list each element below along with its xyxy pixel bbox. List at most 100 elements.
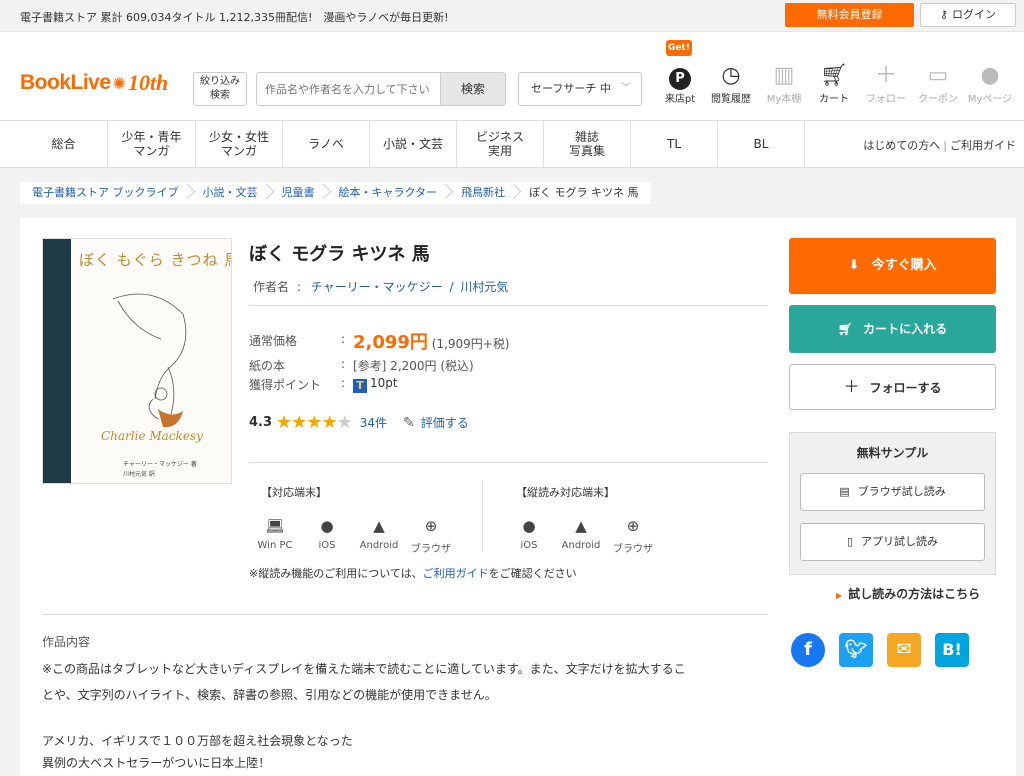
book-title: ぼく モグラ キツネ 馬 — [249, 244, 430, 265]
description-line: アメリカ、イギリスで１００万部を超え社会現象となった — [42, 734, 353, 748]
follow-button[interactable]: ＋ フォローする — [789, 364, 996, 410]
sun-icon: ✺ — [112, 73, 126, 93]
author-link[interactable]: チャーリー・マッケジー — [311, 280, 443, 294]
sample-howto-link[interactable]: ▶ 試し読みの方法はこちら — [836, 585, 980, 602]
booklive-logo[interactable]: BookLive ✺ 10th — [20, 70, 168, 96]
price-label: 通常価格 — [249, 334, 298, 348]
globe-icon: ⊕ — [626, 517, 640, 535]
bookshelf-icon: ▥ — [773, 63, 795, 88]
phone-icon: ▯ — [846, 535, 854, 548]
visit-points-link[interactable]: P 来店pt — [655, 62, 705, 105]
cart-label: カート — [819, 94, 849, 105]
paper-price-row: 紙の本 : [参考] 2,200円 (税込) — [249, 357, 549, 373]
browser-sample-label: ブラウザ試し読み — [857, 485, 946, 498]
follow-label: フォロー — [866, 94, 906, 105]
help-links: はじめての方へ | ご利用ガイド — [863, 139, 1016, 152]
free-sample-title: 無料サンプル — [856, 446, 929, 460]
description-line: ※この商品はタブレットなど大きいディスプレイを備えた端末で読むことに適しています… — [42, 662, 686, 676]
buy-now-button[interactable]: ⬇ 今すぐ購入 — [789, 238, 996, 294]
first-time-link[interactable]: はじめての方へ — [863, 139, 940, 152]
nav-item-business[interactable]: ビジネス 実用 — [457, 121, 544, 167]
review-count-link[interactable]: 34件 — [360, 414, 387, 431]
browser-sample-button[interactable]: ▤ ブラウザ試し読み — [800, 473, 985, 511]
get-badge: Get! — [666, 40, 692, 56]
vertical-device-browser: ⊕ ブラウザ — [608, 516, 658, 555]
guide-link[interactable]: ご利用ガイド — [950, 139, 1016, 152]
cover-illustration — [112, 293, 187, 428]
key-icon: ⚷ — [939, 8, 949, 21]
login-button[interactable]: ⚷ ログイン — [920, 3, 1016, 27]
vertical-device-android: ▲ Android — [556, 516, 606, 551]
logo-text: BookLive — [20, 71, 111, 94]
nav-item-magazine[interactable]: 雑誌 写真集 — [544, 121, 631, 167]
nav-item-light-novel[interactable]: ラノベ — [283, 121, 370, 167]
mypage-link[interactable]: ● Myページ — [965, 62, 1015, 105]
search-input[interactable] — [256, 72, 440, 106]
cover-signature: Charlie Mackesy — [101, 429, 203, 443]
usage-guide-link[interactable]: ご利用ガイド — [423, 567, 489, 580]
device-divider — [482, 480, 483, 552]
search-button[interactable]: 検索 — [440, 72, 506, 106]
author-row: 作者名 : チャーリー・マッケジー / 川村元気 — [253, 278, 508, 295]
cart-link[interactable]: 🛒︎ カート — [809, 62, 859, 105]
points-row: 獲得ポイント : T 10pt — [249, 376, 549, 393]
nav-item-tl[interactable]: TL — [631, 121, 718, 167]
breadcrumb-item[interactable]: 飛鳥新社 — [449, 182, 517, 204]
history-icon: ◷ — [721, 63, 741, 88]
cover-author: チャーリー・マッケジー 著 — [123, 461, 197, 468]
plus-icon: ＋ — [874, 63, 897, 88]
nav-item-general[interactable]: 総合 — [20, 121, 108, 167]
paper-price: [参考] 2,200円 (税込) — [353, 359, 474, 373]
nav-item-literature[interactable]: 小説・文芸 — [370, 121, 457, 167]
globe-icon: ⊕ — [424, 517, 438, 535]
mail-share-icon[interactable]: ✉ — [887, 633, 921, 667]
coupon-link[interactable]: ▭ クーポン — [913, 62, 963, 105]
twitter-share-icon[interactable]: 🐦︎ — [839, 633, 873, 667]
follow-link[interactable]: ＋ フォロー — [861, 62, 911, 105]
register-button[interactable]: 無料会員登録 — [785, 3, 914, 27]
regular-price-row: 通常価格 : 2,099円 (1,909円+税) — [249, 328, 549, 353]
add-cart-label: カートに入れる — [863, 322, 948, 336]
bookshelf-link[interactable]: ▥ My本棚 — [759, 62, 809, 105]
visit-points-label: 来店pt — [664, 94, 696, 105]
chevron-down-icon: ﹀ — [621, 83, 631, 94]
device-android: ▲ Android — [354, 516, 404, 551]
apple-icon: ● — [320, 517, 334, 535]
description-line: とや、文字列のハイライト、検索、辞書の参照、引用などの機能が使用できません。 — [42, 688, 497, 702]
apple-icon: ● — [522, 517, 536, 535]
breadcrumb-item[interactable]: 小説・文芸 — [191, 182, 270, 204]
pt-icon: P — [655, 62, 705, 90]
translator-link[interactable]: 川村元気 — [460, 280, 508, 294]
price-amount: 2,099円 — [353, 332, 428, 353]
nav-item-shonen-manga[interactable]: 少年・青年 マンガ — [108, 121, 196, 167]
device-browser: ⊕ ブラウザ — [406, 516, 456, 555]
breadcrumb-item[interactable]: 絵本・キャラクター — [327, 182, 450, 204]
price-tax: (1,909円+税) — [431, 337, 510, 351]
filter-search-button[interactable]: 絞り込み 検索 — [193, 72, 247, 106]
cart-icon: 🛒︎ — [837, 322, 854, 336]
breadcrumb-item[interactable]: 電子書籍ストア ブックライブ — [20, 182, 191, 204]
paper-colon: : — [341, 357, 346, 371]
user-icon: ● — [980, 63, 1000, 88]
triangle-right-icon: ▶ — [836, 591, 843, 600]
mypage-label: Myページ — [967, 94, 1013, 105]
book-cover[interactable]: ぼく もぐら きつね 馬 Charlie Mackesy チャーリー・マッケジー… — [42, 238, 232, 484]
nav-item-shojo-manga[interactable]: 少女・女性 マンガ — [196, 121, 283, 167]
breadcrumb: 電子書籍ストア ブックライブ 小説・文芸 児童書 絵本・キャラクター 飛鳥新社 … — [20, 182, 651, 204]
rate-link[interactable]: 評価する — [421, 414, 469, 431]
safe-search-select[interactable]: セーフサーチ 中 ﹀ — [518, 72, 642, 106]
nav-item-bl[interactable]: BL — [718, 121, 805, 167]
hatena-bookmark-icon[interactable]: B! — [935, 633, 969, 667]
rating-row: 4.3 ★★★★★ 34件 ✎ 評価する — [249, 412, 469, 433]
logo-anniversary: 10th — [127, 70, 169, 95]
breadcrumb-item[interactable]: 児童書 — [270, 182, 327, 204]
add-to-cart-button[interactable]: 🛒︎ カートに入れる — [789, 305, 996, 353]
divider — [249, 305, 768, 306]
rating-value: 4.3 — [249, 415, 273, 430]
history-link[interactable]: ◷ 閲覧履歴 — [706, 62, 756, 105]
description-line: 異例の大ベストセラーがついに日本上陸！ — [42, 756, 271, 770]
divider — [249, 462, 768, 463]
facebook-share-icon[interactable]: f — [791, 633, 825, 667]
points-amount: 10pt — [370, 376, 398, 390]
app-sample-button[interactable]: ▯ アプリ試し読み — [800, 523, 985, 561]
